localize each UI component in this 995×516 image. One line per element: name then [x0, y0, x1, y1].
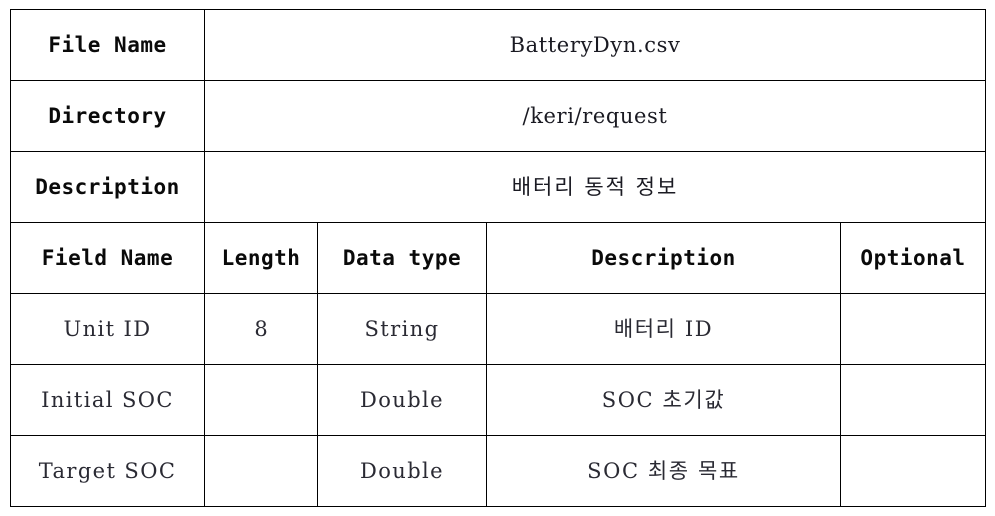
meta-label-file-name: File Name [10, 9, 205, 81]
table-row: Target SOC Double SOC 최종 목표 [10, 435, 986, 507]
meta-value-directory: /keri/request [204, 80, 986, 152]
cell-description: 배터리 ID [486, 293, 841, 365]
column-header-field-name: Field Name [10, 222, 205, 294]
meta-value-file-name: BatteryDyn.csv [204, 9, 986, 81]
table-row: Initial SOC Double SOC 초기값 [10, 364, 986, 436]
meta-row-description: Description 배터리 동적 정보 [10, 151, 986, 223]
column-header-description: Description [486, 222, 841, 294]
cell-length [204, 364, 318, 436]
document-sheet: File Name BatteryDyn.csv Directory /keri… [0, 0, 995, 516]
cell-field-name: Unit ID [10, 293, 205, 365]
cell-description: SOC 초기값 [486, 364, 841, 436]
meta-row-directory: Directory /keri/request [10, 80, 986, 152]
cell-data-type: Double [317, 435, 487, 507]
cell-optional [840, 435, 986, 507]
meta-value-description: 배터리 동적 정보 [204, 151, 986, 223]
meta-row-file-name: File Name BatteryDyn.csv [10, 9, 986, 81]
meta-label-directory: Directory [10, 80, 205, 152]
cell-length [204, 435, 318, 507]
cell-optional [840, 364, 986, 436]
column-header-optional: Optional [840, 222, 986, 294]
field-table-header-row: Field Name Length Data type Description … [10, 222, 986, 294]
cell-field-name: Target SOC [10, 435, 205, 507]
cell-data-type: Double [317, 364, 487, 436]
column-header-length: Length [204, 222, 318, 294]
file-specification-table: File Name BatteryDyn.csv Directory /keri… [10, 9, 986, 507]
cell-description: SOC 최종 목표 [486, 435, 841, 507]
cell-length: 8 [204, 293, 318, 365]
cell-optional [840, 293, 986, 365]
cell-field-name: Initial SOC [10, 364, 205, 436]
column-header-data-type: Data type [317, 222, 487, 294]
table-row: Unit ID 8 String 배터리 ID [10, 293, 986, 365]
cell-data-type: String [317, 293, 487, 365]
meta-label-description: Description [10, 151, 205, 223]
